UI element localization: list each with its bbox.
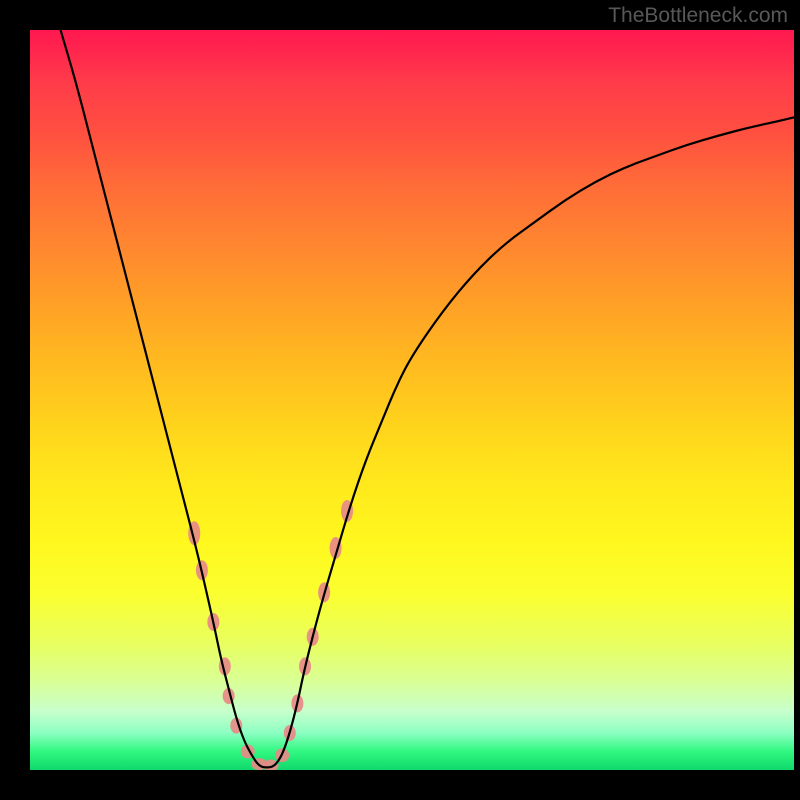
bottleneck-curve xyxy=(61,30,794,767)
chart-overlay xyxy=(30,30,794,770)
data-markers xyxy=(188,500,353,770)
watermark-text: TheBottleneck.com xyxy=(608,4,788,28)
